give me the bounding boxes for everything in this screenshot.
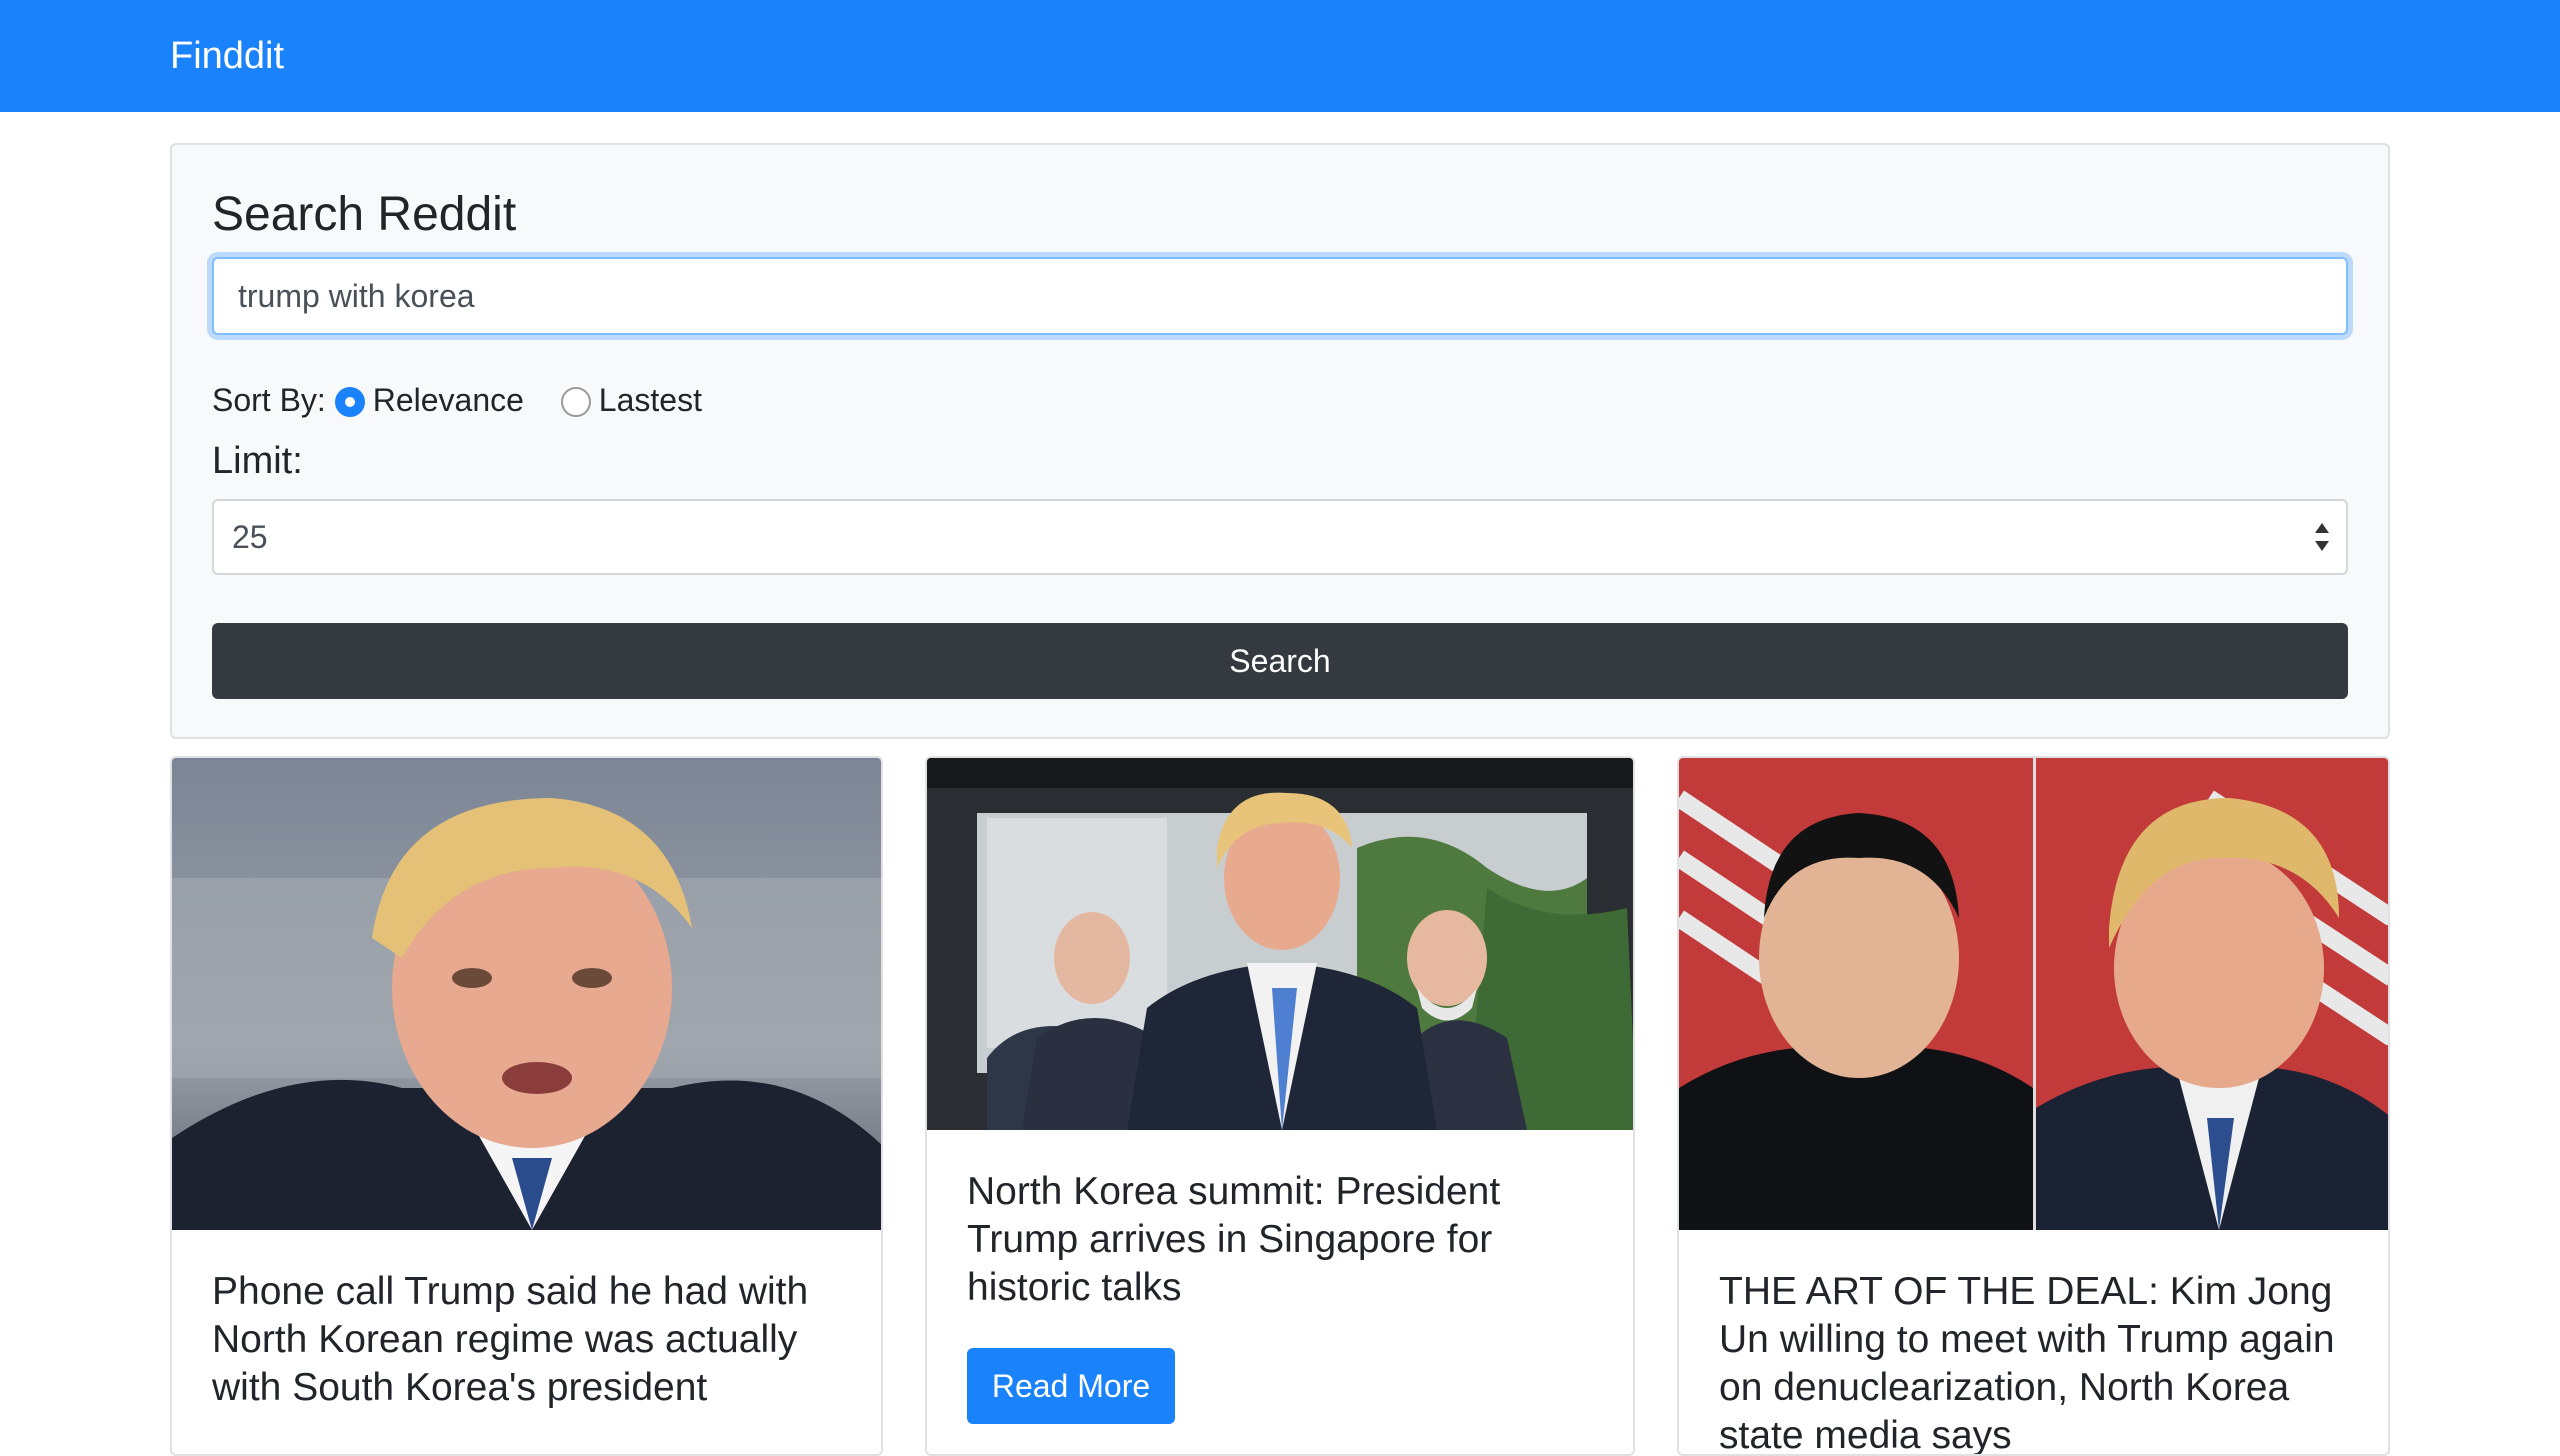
limit-select[interactable]: 25 [212, 499, 2348, 575]
limit-value: 25 [232, 519, 268, 555]
card-image [1679, 758, 2388, 1230]
result-card: THE ART OF THE DEAL: Kim Jong Un willing… [1677, 756, 2390, 1456]
radio-unchecked-icon[interactable] [560, 387, 591, 418]
singapore-summit-photo [927, 758, 1633, 1130]
sort-option-label: Relevance [372, 381, 524, 418]
card-title: North Korea summit: President Trump arri… [967, 1170, 1501, 1309]
search-title: Search Reddit [212, 188, 517, 241]
result-card: North Korea summit: President Trump arri… [925, 756, 1635, 1456]
card-title: THE ART OF THE DEAL: Kim Jong Un willing… [1719, 1270, 2335, 1456]
navbar: Finddit [0, 0, 2560, 112]
search-input[interactable] [212, 257, 2348, 335]
sort-options: Sort By: Relevance Lastest [212, 373, 730, 421]
limit-label: Limit: [212, 440, 303, 482]
kim-trump-split-photo [1679, 758, 2388, 1230]
brand-logo[interactable]: Finddit [170, 30, 284, 82]
card-title: Phone call Trump said he had with North … [212, 1270, 809, 1409]
result-card: Phone call Trump said he had with North … [170, 756, 883, 1456]
trump-portrait-photo [172, 758, 881, 1230]
sort-label: Sort By: [212, 381, 326, 418]
search-form: Search Reddit Sort By: Relevance Lastest… [170, 143, 2390, 739]
radio-checked-icon[interactable] [334, 387, 365, 418]
read-more-button[interactable]: Read More [967, 1348, 1175, 1424]
sort-option-label: Lastest [598, 381, 702, 418]
sort-option-latest[interactable]: Lastest [560, 376, 702, 424]
select-arrows-icon [2315, 523, 2329, 551]
sort-option-relevance[interactable]: Relevance [334, 376, 524, 424]
card-image [172, 758, 881, 1230]
search-button[interactable]: Search [212, 623, 2348, 699]
card-image [927, 758, 1633, 1130]
